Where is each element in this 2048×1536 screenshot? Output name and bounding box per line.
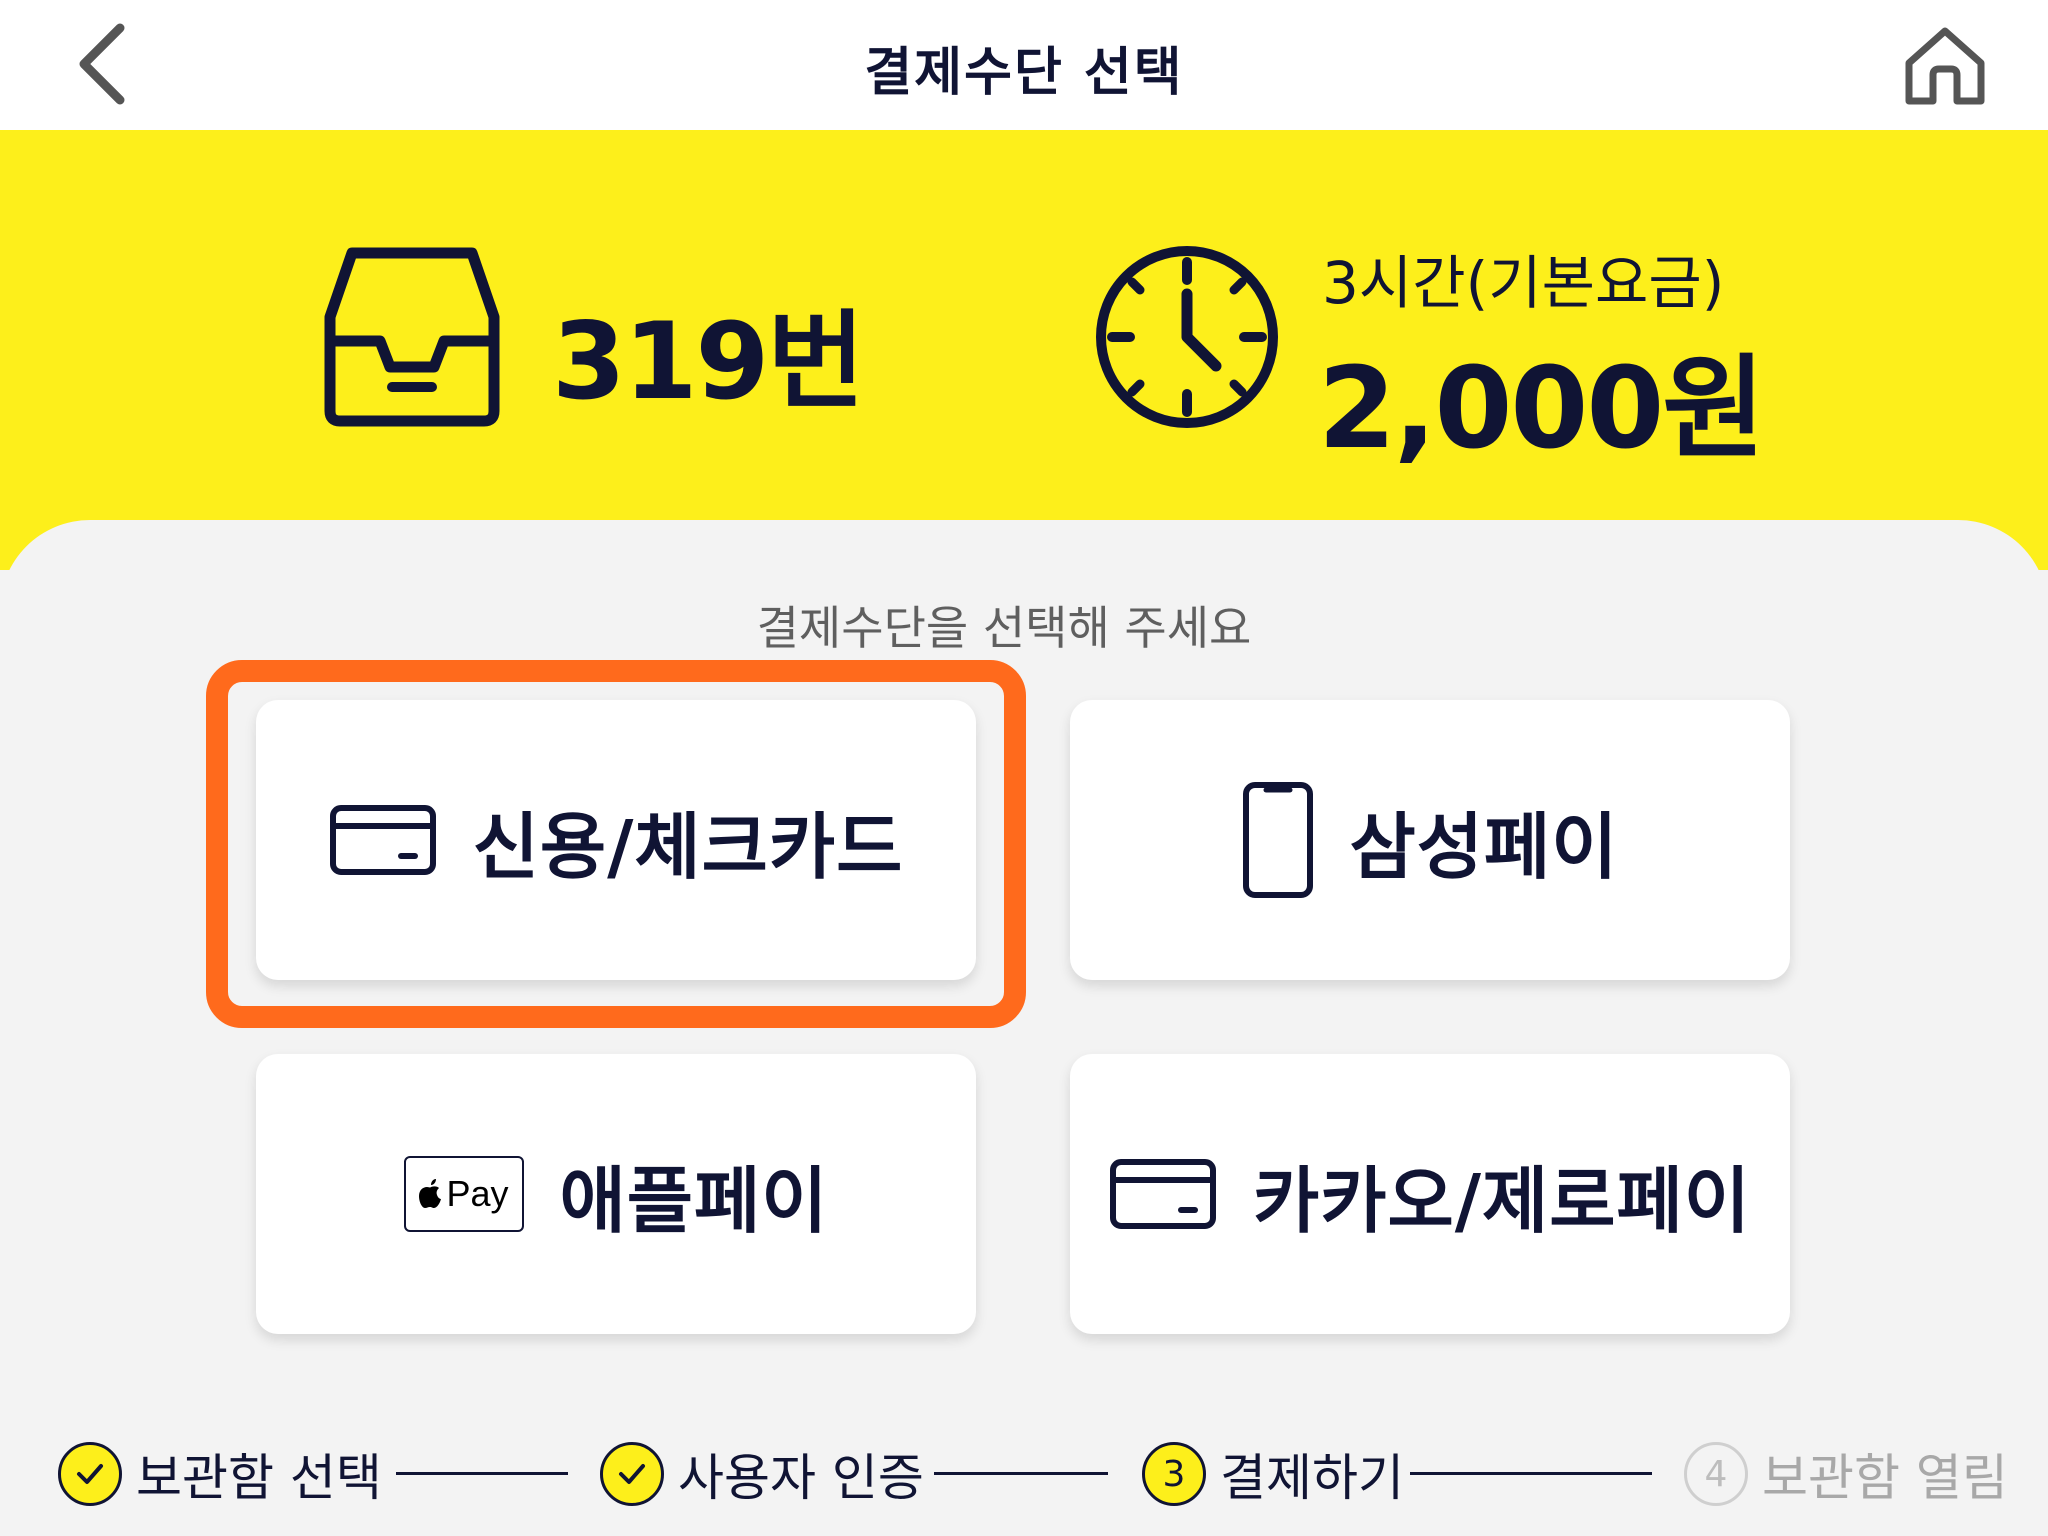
step-4: 4 보관함 열림 [1684, 1434, 2008, 1514]
home-icon [1905, 27, 1985, 105]
apple-pay-button[interactable]: Pay 애플페이 [256, 1054, 976, 1334]
step-3: 3 결제하기 [1142, 1434, 1404, 1514]
home-button[interactable] [1900, 20, 1990, 110]
locker-number: 319번 [552, 300, 865, 423]
kakao-zero-pay-button[interactable]: 카카오/제로페이 [1070, 1054, 1790, 1334]
step-connector [1410, 1472, 1652, 1475]
checkmark-icon [600, 1442, 664, 1506]
apple-pay-icon: Pay [403, 1156, 524, 1232]
credit-card-button[interactable]: 신용/체크카드 [256, 700, 976, 980]
price-amount: 2,000원 [1318, 344, 1765, 474]
step-label: 사용자 인증 [678, 1449, 924, 1507]
kakao-zero-pay-label: 카카오/제로페이 [1253, 1158, 1751, 1243]
progress-steps: 보관함 선택 사용자 인증 3 결제하기 4 보관함 열림 [0, 1434, 2048, 1514]
credit-card-icon [1110, 1159, 1216, 1229]
step-label: 결제하기 [1220, 1449, 1404, 1507]
step-number: 4 [1684, 1442, 1748, 1506]
top-bar: 결제수단 선택 [0, 0, 2048, 130]
apple-pay-badge-text: Pay [446, 1173, 509, 1214]
checkmark-icon [58, 1442, 122, 1506]
page-title: 결제수단 선택 [864, 43, 1184, 103]
samsung-pay-button[interactable]: 삼성페이 [1070, 700, 1790, 980]
step-label: 보관함 선택 [136, 1449, 382, 1507]
locker-tray-icon [322, 245, 502, 431]
select-prompt: 결제수단을 선택해 주세요 [756, 601, 1252, 655]
step-connector [396, 1472, 568, 1475]
smartphone-icon [1242, 782, 1313, 898]
credit-card-label: 신용/체크카드 [472, 804, 904, 889]
clock-icon [1092, 242, 1282, 436]
apple-logo-icon [419, 1179, 442, 1208]
credit-card-icon [329, 805, 436, 875]
apple-pay-label: 애플페이 [559, 1158, 829, 1243]
step-2: 사용자 인증 [600, 1434, 924, 1514]
step-number: 3 [1142, 1442, 1206, 1506]
time-plan-label: 3시간(기본요금) [1322, 249, 1725, 317]
step-connector [934, 1472, 1108, 1475]
samsung-pay-label: 삼성페이 [1349, 804, 1619, 889]
step-1: 보관함 선택 [58, 1434, 382, 1514]
step-label: 보관함 열림 [1762, 1449, 2008, 1507]
